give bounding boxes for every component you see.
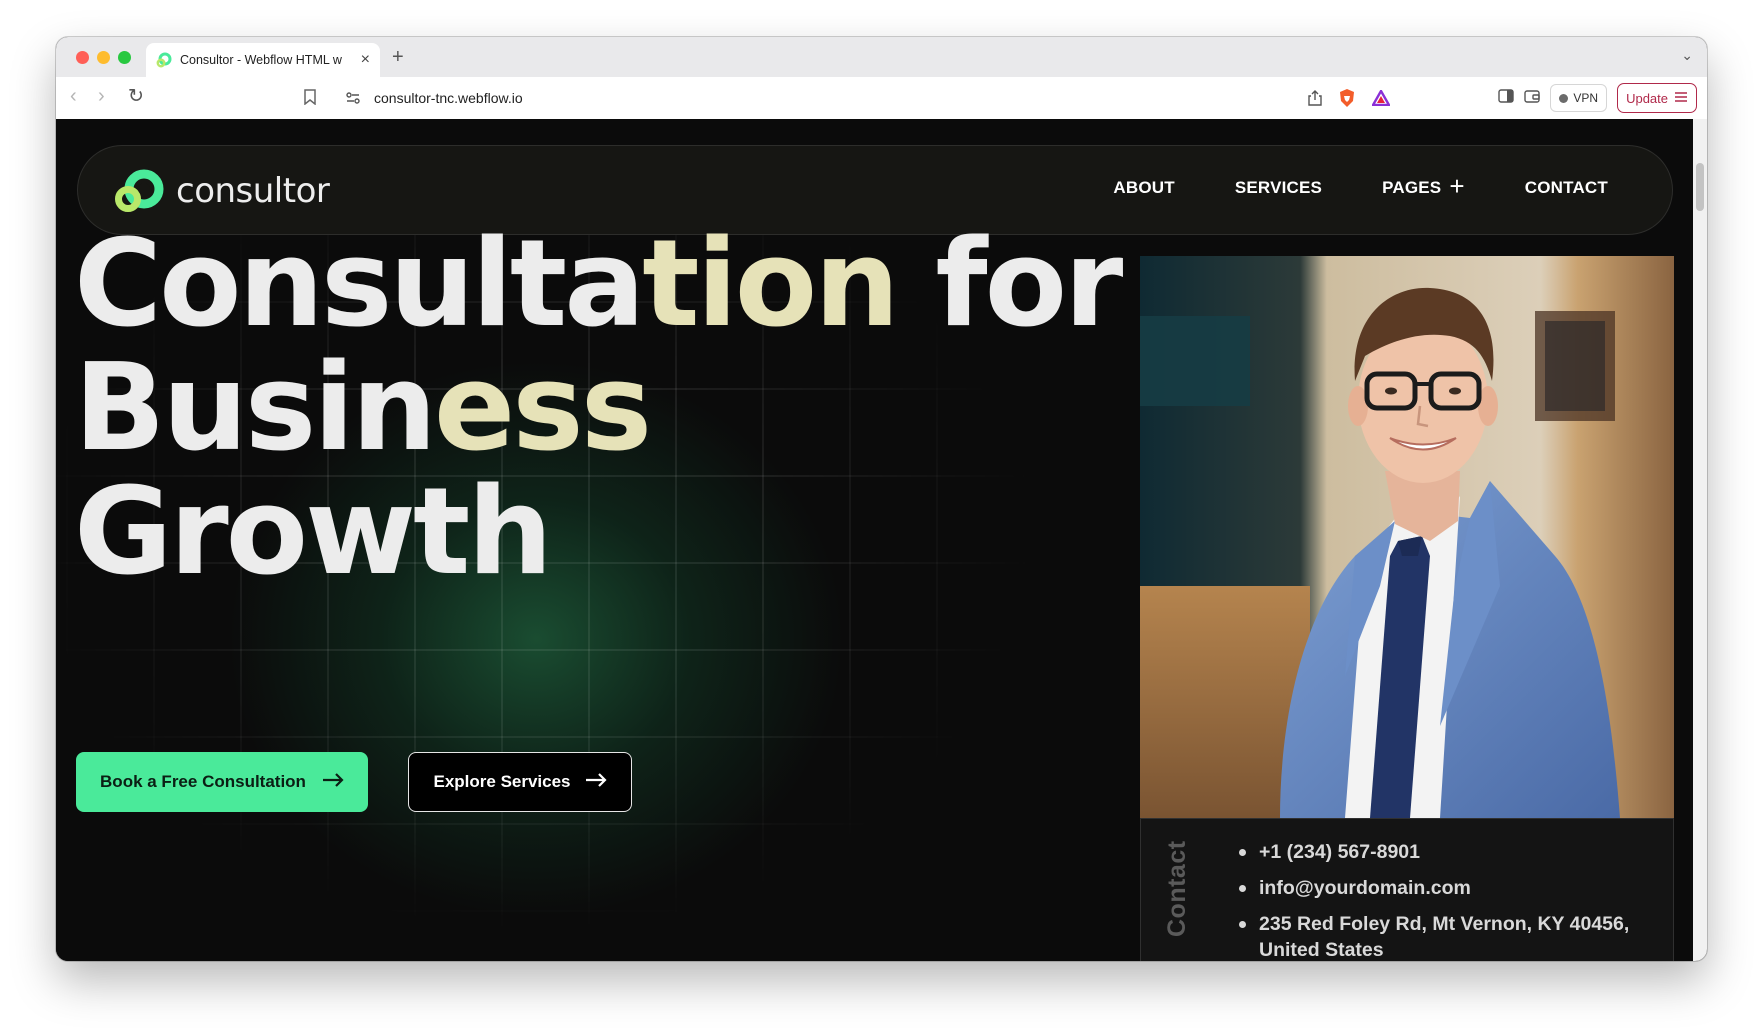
nav-pages[interactable]: PAGES +: [1382, 171, 1465, 201]
menu-icon: [1674, 91, 1688, 106]
url-text: consultor-tnc.webflow.io: [374, 90, 523, 106]
arrow-right-icon: [585, 772, 607, 792]
brave-rewards-icon[interactable]: [1370, 88, 1392, 111]
hero-text: for: [896, 215, 1123, 354]
explore-services-label: Explore Services: [433, 772, 571, 791]
tab-bar: Consultor - Webflow HTML w × + ⌄: [56, 37, 1707, 77]
page-viewport: consultor ABOUT SERVICES PAGES + CONTACT…: [56, 119, 1693, 961]
update-label: Update: [1626, 90, 1668, 106]
close-tab-icon[interactable]: ×: [361, 52, 370, 68]
explore-services-button[interactable]: Explore Services: [408, 752, 632, 812]
hero-highlight-text: ess: [433, 339, 652, 478]
tab-consultor[interactable]: Consultor - Webflow HTML w ×: [146, 43, 380, 77]
sidebar-toggle-icon[interactable]: [1498, 88, 1515, 108]
hero-line-1: Consultation for: [74, 223, 1123, 347]
nav-pages-label: PAGES: [1382, 178, 1442, 197]
brand-name: consultor: [176, 171, 330, 211]
vpn-label: VPN: [1573, 91, 1599, 105]
tab-title: Consultor - Webflow HTML w: [180, 53, 342, 67]
back-icon[interactable]: ‹: [70, 86, 77, 106]
minimize-window-button[interactable]: [97, 51, 110, 64]
contact-list: +1 (234) 567-8901 info@yourdomain.com 23…: [1237, 839, 1639, 961]
arrow-right-icon: [322, 772, 344, 792]
nav-services[interactable]: SERVICES: [1235, 178, 1322, 198]
share-icon[interactable]: [1308, 90, 1322, 111]
hero-highlight-text: tion: [642, 215, 899, 354]
brave-shield-icon[interactable]: [1338, 88, 1356, 113]
scrollbar-thumb[interactable]: [1696, 163, 1704, 211]
contact-card: Contact +1 (234) 567-8901 info@yourdomai…: [1140, 818, 1674, 961]
bookmark-icon[interactable]: [304, 89, 316, 110]
nav-contact[interactable]: CONTACT: [1525, 178, 1608, 198]
vpn-button[interactable]: VPN: [1550, 84, 1608, 112]
hero-line-2: Business: [74, 347, 1120, 471]
brand-logo[interactable]: consultor: [110, 167, 330, 215]
nav-about[interactable]: ABOUT: [1113, 178, 1174, 198]
consultor-favicon-icon: [156, 52, 172, 68]
browser-window: Consultor - Webflow HTML w × + ⌄ ‹ › ↻ c…: [56, 37, 1707, 961]
book-consultation-label: Book a Free Consultation: [100, 772, 306, 791]
maximize-window-button[interactable]: [118, 51, 131, 64]
browser-toolbar: ‹ › ↻ consultor-tnc.webflow.io VPN Updat…: [56, 77, 1707, 120]
vpn-status-icon: [1559, 93, 1569, 103]
plus-icon: +: [1449, 171, 1465, 201]
consultor-logo-icon: [110, 167, 168, 215]
page-scrollbar[interactable]: [1693, 119, 1707, 961]
hero-text: Consulta: [74, 215, 645, 354]
contact-phone[interactable]: +1 (234) 567-8901: [1237, 839, 1639, 865]
close-window-button[interactable]: [76, 51, 89, 64]
wallet-icon[interactable]: [1524, 89, 1541, 108]
contact-label: Contact: [1163, 840, 1191, 937]
address-bar[interactable]: consultor-tnc.webflow.io: [334, 82, 1406, 114]
hero-line-3: Growth: [74, 463, 553, 602]
hero-headline: Consultation for Business Growth: [74, 223, 1123, 602]
contact-address: 235 Red Foley Rd, Mt Vernon, KY 40456, U…: [1237, 911, 1639, 961]
site-settings-icon[interactable]: [344, 89, 362, 107]
update-button[interactable]: Update: [1617, 83, 1697, 113]
forward-icon[interactable]: ›: [98, 86, 105, 106]
chevron-down-icon[interactable]: ⌄: [1681, 47, 1693, 64]
nav-links: ABOUT SERVICES PAGES + CONTACT: [1113, 171, 1608, 201]
new-tab-icon[interactable]: +: [392, 46, 404, 69]
contact-email[interactable]: info@yourdomain.com: [1237, 875, 1639, 901]
hero-text: Busin: [74, 339, 437, 478]
reload-icon[interactable]: ↻: [128, 87, 144, 106]
consultant-portrait-image: [1140, 256, 1674, 818]
book-consultation-button[interactable]: Book a Free Consultation: [76, 752, 368, 812]
